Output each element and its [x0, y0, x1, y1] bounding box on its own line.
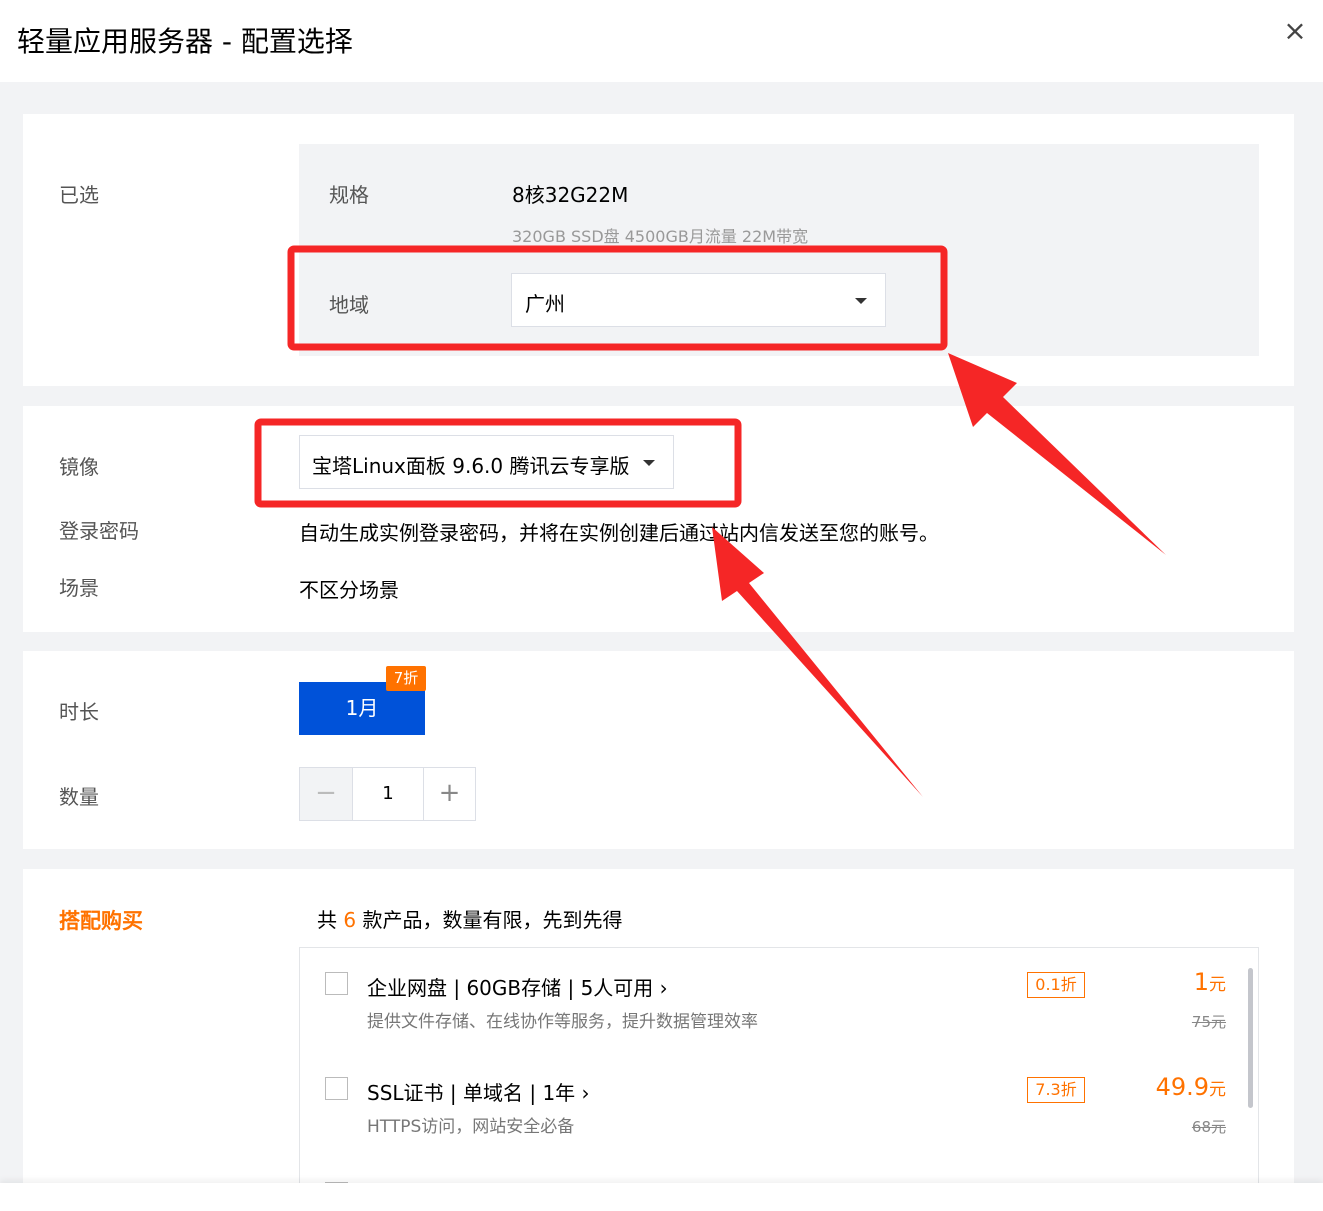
product-name-link[interactable]: 企业网盘 | 60GB存储 | 5人可用 › — [367, 972, 668, 1001]
product-price-unit: 元 — [1209, 1080, 1226, 1100]
combo-label: 搭配购买 — [59, 909, 143, 933]
scene-value: 不区分场景 — [299, 578, 399, 602]
product-list: 企业网盘 | 60GB存储 | 5人可用 › 提供文件存储、在线协作等服务，提升… — [299, 947, 1259, 1207]
product-desc: 提供文件存储、在线协作等服务，提升数据管理效率 — [367, 1012, 758, 1032]
region-label: 地域 — [329, 293, 369, 317]
product-discount: 0.1折 — [1027, 972, 1085, 998]
selected-section: 已选 规格 8核32G22M 320GB SSD盘 4500GB月流量 22M带… — [23, 114, 1294, 386]
combo-header: 共 6 款产品，数量有限，先到先得 — [317, 904, 622, 933]
quantity-stepper: − 1 + — [299, 767, 476, 821]
product-price-unit: 元 — [1209, 975, 1226, 995]
image-section: 镜像 宝塔Linux面板 9.6.0 腾讯云专享版 登录密码 自动生成实例登录密… — [23, 406, 1294, 632]
dialog-header: 轻量应用服务器 - 配置选择 × — [0, 0, 1323, 82]
product-checkbox[interactable] — [325, 1077, 348, 1100]
selected-summary: 规格 8核32G22M 320GB SSD盘 4500GB月流量 22M带宽 地… — [299, 144, 1259, 356]
scene-label: 场景 — [59, 576, 99, 600]
combo-header-suffix: 款产品，数量有限，先到先得 — [362, 908, 623, 932]
product-price: 1元 — [1194, 968, 1226, 996]
product-price-value: 1 — [1193, 968, 1209, 996]
list-item: SSL证书 | 单域名 | 1年 › HTTPS访问，网站安全必备 7.3折 4… — [300, 1053, 1258, 1158]
product-desc: HTTPS访问，网站安全必备 — [367, 1117, 575, 1137]
image-select-value: 宝塔Linux面板 9.6.0 腾讯云专享版 — [312, 454, 630, 478]
product-checkbox[interactable] — [325, 972, 348, 995]
chevron-down-icon — [643, 460, 655, 466]
region-select-value: 广州 — [525, 292, 565, 316]
password-text: 自动生成实例登录密码，并将在实例创建后通过站内信发送至您的账号。 — [299, 521, 939, 545]
selected-label: 已选 — [59, 183, 99, 207]
region-select[interactable]: 广州 — [511, 273, 886, 327]
list-item: 企业网盘 | 60GB存储 | 5人可用 › 提供文件存储、在线协作等服务，提升… — [300, 948, 1258, 1053]
spec-label: 规格 — [329, 183, 369, 207]
product-price-value: 49.9 — [1155, 1073, 1209, 1101]
decrement-button[interactable]: − — [300, 768, 353, 820]
product-original-price: 68元 — [1191, 1118, 1226, 1136]
combo-header-prefix: 共 — [317, 908, 337, 932]
discount-badge: 7折 — [386, 666, 426, 691]
chevron-down-icon — [855, 298, 867, 304]
product-name-link[interactable]: SSL证书 | 单域名 | 1年 › — [367, 1077, 590, 1106]
quantity-label: 数量 — [59, 785, 99, 809]
combo-section: 搭配购买 共 6 款产品，数量有限，先到先得 企业网盘 | 60GB存储 | 5… — [23, 869, 1294, 1207]
product-list-scrollbar[interactable] — [1248, 968, 1253, 1108]
close-icon[interactable]: × — [1280, 16, 1310, 46]
duration-section: 时长 1月 7折 数量 − 1 + — [23, 651, 1294, 849]
duration-label: 时长 — [59, 700, 99, 724]
increment-button[interactable]: + — [423, 768, 475, 820]
spec-value: 8核32G22M — [512, 183, 629, 207]
config-dialog: 轻量应用服务器 - 配置选择 × 已选 规格 8核32G22M 320GB SS… — [0, 0, 1323, 1211]
quantity-value[interactable]: 1 — [353, 768, 423, 820]
image-label: 镜像 — [59, 455, 99, 479]
combo-count: 6 — [343, 908, 357, 932]
dialog-footer-edge — [0, 1183, 1323, 1211]
product-discount: 7.3折 — [1027, 1077, 1085, 1103]
password-label: 登录密码 — [59, 519, 139, 543]
product-original-price: 75元 — [1191, 1013, 1226, 1031]
image-select[interactable]: 宝塔Linux面板 9.6.0 腾讯云专享版 — [299, 435, 674, 489]
spec-detail: 320GB SSD盘 4500GB月流量 22M带宽 — [512, 227, 809, 246]
dialog-title: 轻量应用服务器 - 配置选择 — [17, 25, 353, 58]
product-price: 49.9元 — [1156, 1073, 1226, 1101]
